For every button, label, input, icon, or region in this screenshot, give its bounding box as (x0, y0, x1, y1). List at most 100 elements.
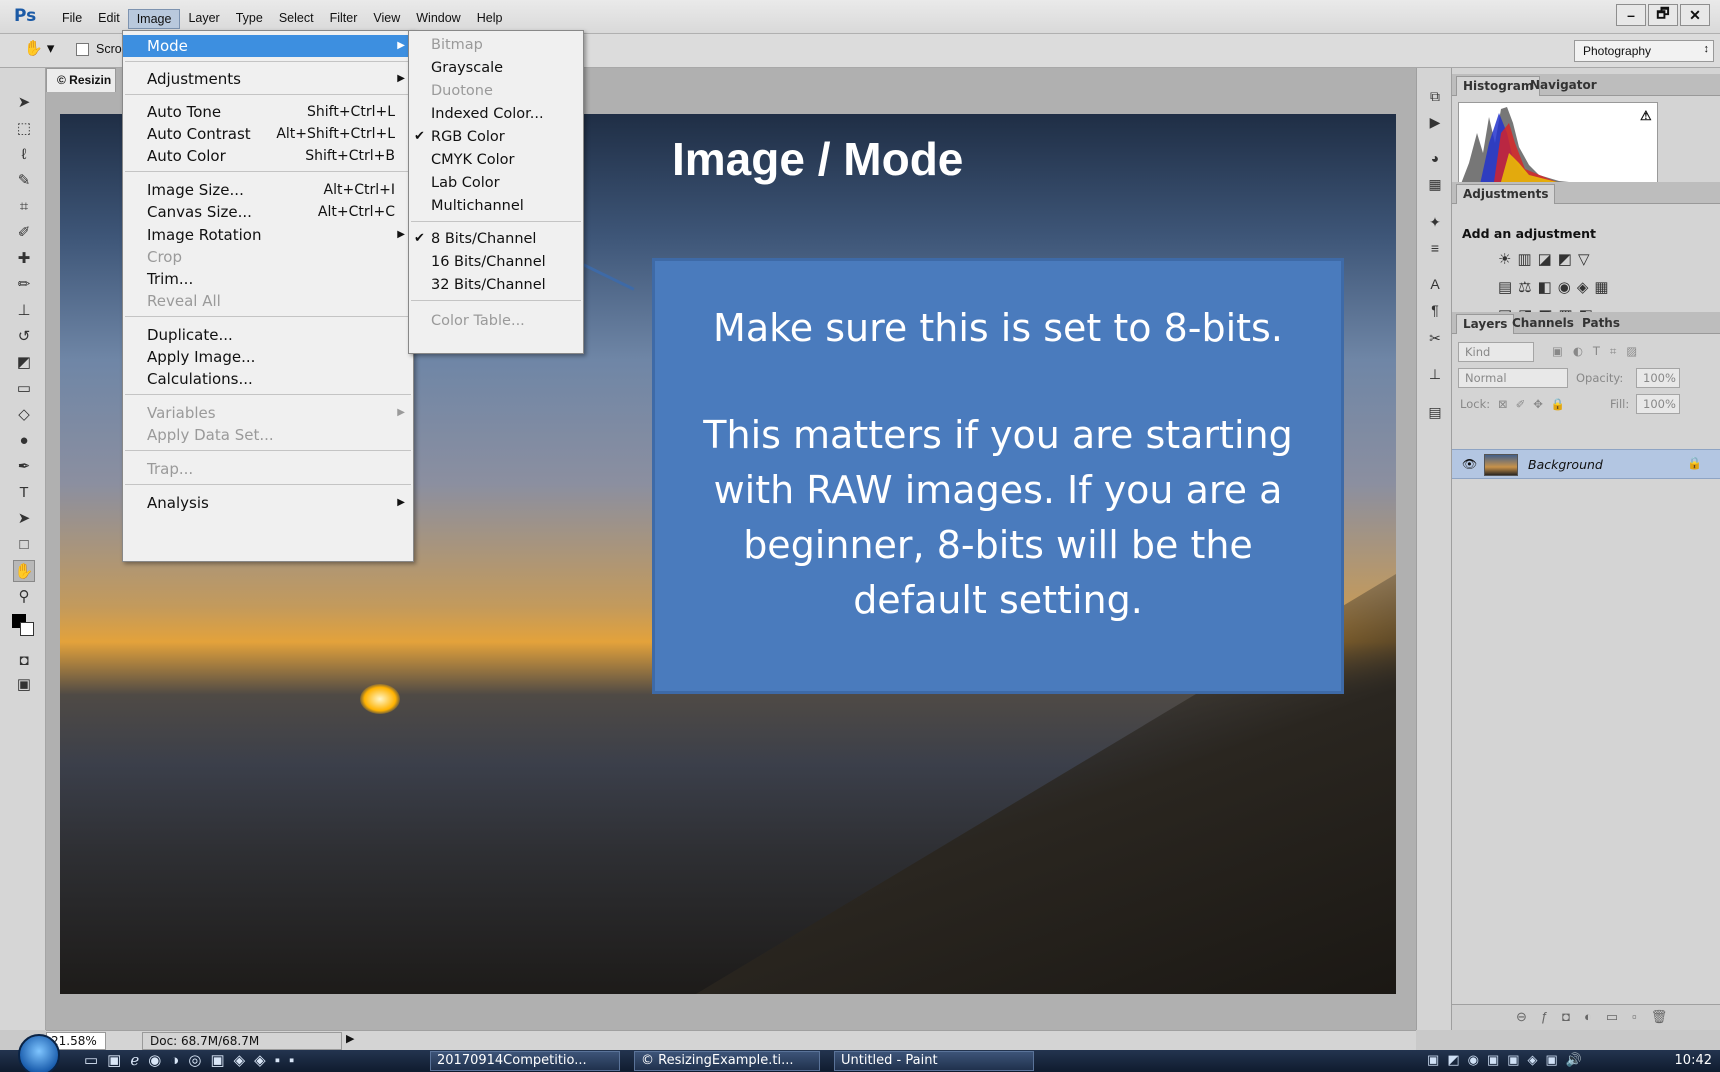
menu-file[interactable]: File (54, 9, 90, 29)
menu-item-auto-color[interactable]: Auto Color Shift+Ctrl+B (123, 145, 413, 167)
background-color-swatch[interactable] (20, 622, 34, 636)
marquee-tool-icon[interactable]: ⬚ (13, 118, 35, 140)
mode-multichannel[interactable]: Multichannel (409, 195, 583, 217)
swatches-icon[interactable]: ▦ (1425, 176, 1445, 196)
visibility-eye-icon[interactable]: 👁 (1462, 457, 1477, 471)
mode-32-bits[interactable]: 32 Bits/Channel (409, 274, 583, 296)
menu-layer[interactable]: Layer (180, 9, 227, 29)
link-layers-icon[interactable]: ⊖ (1516, 1009, 1541, 1024)
new-layer-icon[interactable]: ▫ (1632, 1009, 1651, 1024)
document-tab[interactable]: © Resizin (46, 68, 116, 92)
layer-row-background[interactable]: 👁 Background 🔒 (1452, 449, 1720, 479)
tab-paths[interactable]: Paths (1576, 314, 1626, 334)
tab-adjustments[interactable]: Adjustments (1456, 184, 1556, 204)
color-icon[interactable]: ◕ (1425, 150, 1445, 170)
character-icon[interactable]: A (1425, 276, 1445, 296)
rectangle-tool-icon[interactable]: □ (13, 534, 35, 556)
menu-edit[interactable]: Edit (90, 9, 128, 29)
brush-settings-icon[interactable]: ≡ (1425, 240, 1445, 260)
brush-tool-icon[interactable]: ✏ (13, 274, 35, 296)
screen-mode-icon[interactable]: ▣ (13, 674, 35, 696)
delete-layer-icon[interactable]: 🗑 (1651, 1009, 1682, 1024)
mode-indexed-color[interactable]: Indexed Color... (409, 103, 583, 125)
healing-brush-tool-icon[interactable]: ✚ (13, 248, 35, 270)
menu-item-canvas-size[interactable]: Canvas Size... Alt+Ctrl+C (123, 201, 413, 223)
dodge-tool-icon[interactable]: ● (13, 430, 35, 452)
history-icon[interactable]: ⧉ (1425, 88, 1445, 108)
mode-rgb-color[interactable]: ✔ RGB Color (409, 126, 583, 148)
history-brush-tool-icon[interactable]: ↺ (13, 326, 35, 348)
layer-comps-icon[interactable]: ▤ (1425, 404, 1445, 424)
tab-channels[interactable]: Channels (1506, 314, 1580, 334)
minimize-button[interactable]: – (1616, 4, 1646, 26)
clone-stamp-tool-icon[interactable]: ⊥ (13, 300, 35, 322)
menu-item-auto-contrast[interactable]: Auto Contrast Alt+Shift+Ctrl+L (123, 123, 413, 145)
fx-icon[interactable]: ƒ (1541, 1009, 1562, 1024)
menu-item-calculations[interactable]: Calculations... (123, 368, 413, 390)
pen-tool-icon[interactable]: ✒ (13, 456, 35, 478)
menu-window[interactable]: Window (408, 9, 468, 29)
scroll-all-windows-checkbox[interactable] (76, 43, 89, 56)
clone-source-icon[interactable]: ⊥ (1425, 366, 1445, 386)
mode-16-bits[interactable]: 16 Bits/Channel (409, 251, 583, 273)
system-tray-icons[interactable]: ▣◩◉▣▣◈▣🔊 (1427, 1052, 1590, 1068)
menu-item-mode[interactable]: Mode ▶ (123, 35, 413, 57)
blend-mode-select[interactable]: Normal (1458, 368, 1568, 388)
hand-tool-preset-icon[interactable]: ✋ ▾ (24, 39, 60, 61)
menu-item-apply-image[interactable]: Apply Image... (123, 346, 413, 368)
menu-item-image-size[interactable]: Image Size... Alt+Ctrl+I (123, 179, 413, 201)
hand-tool-icon[interactable]: ✋ (13, 560, 35, 582)
taskbar-paint-window[interactable]: Untitled - Paint (834, 1051, 1034, 1071)
zoom-tool-icon[interactable]: ⚲ (13, 586, 35, 608)
menu-help[interactable]: Help (469, 9, 511, 29)
layer-name[interactable]: Background (1528, 457, 1603, 472)
adjustment-icons-row-1[interactable]: ☀▥◪◩▽ (1498, 250, 1596, 268)
menu-item-duplicate[interactable]: Duplicate... (123, 324, 413, 346)
menu-item-analysis[interactable]: Analysis ▶ (123, 492, 413, 514)
adjustment-icons-row-2[interactable]: ▤⚖◧◉◈▦ (1498, 278, 1615, 296)
path-selection-tool-icon[interactable]: ➤ (13, 508, 35, 530)
crop-tool-icon[interactable]: ⌗ (13, 196, 35, 218)
menu-select[interactable]: Select (271, 9, 322, 29)
menu-item-adjustments[interactable]: Adjustments ▶ (123, 68, 413, 90)
adjustment-layer-icon[interactable]: ◐ (1584, 1009, 1606, 1024)
actions-play-icon[interactable]: ▶ (1425, 114, 1445, 134)
tab-navigator[interactable]: Navigator (1524, 76, 1603, 96)
mode-cmyk-color[interactable]: CMYK Color (409, 149, 583, 171)
lasso-tool-icon[interactable]: ℓ (13, 144, 35, 166)
tool-presets-icon[interactable]: ✂ (1425, 330, 1445, 350)
brush-presets-icon[interactable]: ✦ (1425, 214, 1445, 234)
layer-filter-icons[interactable]: ▣◐T⌗▨ (1552, 344, 1647, 359)
opacity-input[interactable]: 100% (1636, 368, 1680, 388)
taskbar-bridge-window[interactable]: 20170914Competitio... (430, 1051, 620, 1071)
quick-select-tool-icon[interactable]: ✎ (13, 170, 35, 192)
move-tool-icon[interactable]: ➤ (13, 92, 35, 114)
blur-tool-icon[interactable]: ◇ (13, 404, 35, 426)
mode-grayscale[interactable]: Grayscale (409, 57, 583, 79)
menu-image[interactable]: Image (127, 9, 181, 29)
lock-icons[interactable]: ⊠✐✥🔒 (1498, 397, 1573, 411)
quick-mask-icon[interactable]: ◘ (13, 650, 35, 672)
paragraph-icon[interactable]: ¶ (1425, 302, 1445, 322)
type-tool-icon[interactable]: T (13, 482, 35, 504)
restore-button[interactable]: 🗗 (1648, 4, 1678, 26)
mode-8-bits[interactable]: ✔ 8 Bits/Channel (409, 228, 583, 250)
add-mask-icon[interactable]: ◘ (1562, 1009, 1584, 1024)
start-button[interactable] (18, 1034, 60, 1072)
fill-input[interactable]: 100% (1636, 394, 1680, 414)
workspace-select[interactable]: Photography (1574, 40, 1714, 62)
cache-warning-icon[interactable]: ⚠ (1640, 108, 1652, 124)
new-group-icon[interactable]: ▭ (1606, 1009, 1632, 1024)
menu-item-trim[interactable]: Trim... (123, 268, 413, 290)
taskbar-photoshop-window[interactable]: © ResizingExample.ti... (634, 1051, 820, 1071)
menu-item-auto-tone[interactable]: Auto Tone Shift+Ctrl+L (123, 101, 413, 123)
pinned-apps-icons[interactable]: ▭▣ℯ◉◑◎▣◈◈▪▪ (84, 1051, 303, 1069)
layer-filter-kind[interactable]: Kind (1458, 342, 1534, 362)
eyedropper-tool-icon[interactable]: ✐ (13, 222, 35, 244)
menu-view[interactable]: View (365, 9, 408, 29)
menu-item-image-rotation[interactable]: Image Rotation ▶ (123, 224, 413, 246)
gradient-tool-icon[interactable]: ▭ (13, 378, 35, 400)
mode-lab-color[interactable]: Lab Color (409, 172, 583, 194)
menu-filter[interactable]: Filter (322, 9, 366, 29)
close-button[interactable]: ✕ (1680, 4, 1710, 26)
